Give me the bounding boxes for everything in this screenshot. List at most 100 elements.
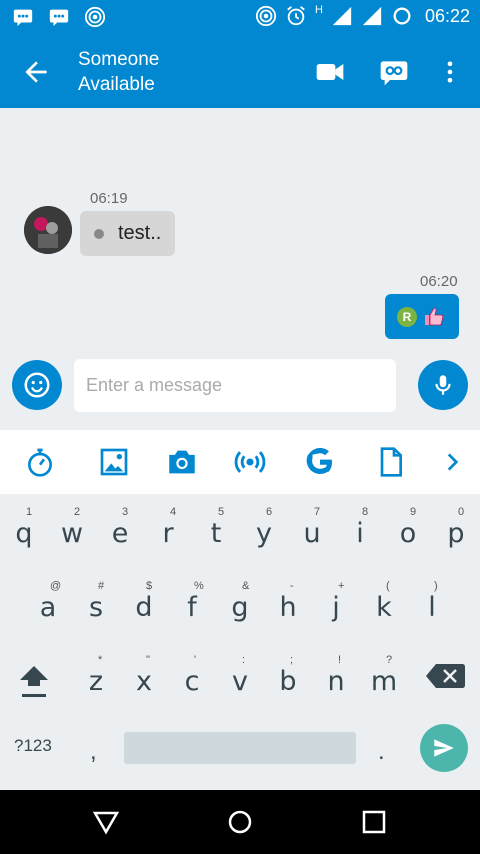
- network-type-label: H: [315, 4, 323, 16]
- back-nav-icon[interactable]: [92, 808, 120, 836]
- stopwatch-icon: [28, 448, 52, 477]
- key-hint: #: [98, 580, 105, 592]
- contact-name: Someone: [78, 49, 160, 70]
- battery-icon: [393, 7, 411, 25]
- video-call-button[interactable]: [312, 54, 348, 90]
- key-f[interactable]: % f: [172, 574, 212, 634]
- key-q[interactable]: 1q: [4, 500, 44, 560]
- comma-key[interactable]: ,: [90, 738, 97, 766]
- voice-note-button[interactable]: [418, 360, 468, 410]
- key-m[interactable]: ? m: [364, 648, 404, 708]
- signal-icon: [332, 6, 352, 26]
- more-options-button[interactable]: [432, 54, 468, 90]
- key-hint: 0: [458, 506, 465, 518]
- period-key[interactable]: .: [378, 738, 385, 766]
- key-o[interactable]: 9o: [388, 500, 428, 560]
- alarm-icon: [287, 6, 305, 26]
- key-t[interactable]: 5t: [196, 500, 236, 560]
- key-hint: ?: [386, 654, 393, 666]
- broadcast-icon: [234, 451, 266, 473]
- key-d[interactable]: $ d: [124, 574, 164, 634]
- timed-message-button[interactable]: [22, 444, 58, 480]
- key-label: w: [60, 518, 84, 549]
- backspace-key[interactable]: [424, 658, 468, 694]
- key-z[interactable]: * z: [76, 648, 116, 708]
- message-input[interactable]: [74, 359, 396, 412]
- key-j[interactable]: + j: [316, 574, 356, 634]
- key-label: s: [88, 592, 104, 623]
- key-n[interactable]: ! n: [316, 648, 356, 708]
- space-key[interactable]: [124, 732, 356, 764]
- file-button[interactable]: [372, 444, 408, 480]
- key-s[interactable]: # s: [76, 574, 116, 634]
- key-p[interactable]: 0p: [436, 500, 476, 560]
- google-icon: [306, 448, 332, 474]
- incoming-message-bubble[interactable]: test..: [80, 211, 175, 256]
- key-b[interactable]: ; b: [268, 648, 308, 708]
- symbols-key[interactable]: ?123: [14, 736, 52, 756]
- key-k[interactable]: (k: [364, 574, 404, 634]
- gallery-button[interactable]: [96, 444, 132, 480]
- key-u[interactable]: 7u: [292, 500, 332, 560]
- recents-nav-icon[interactable]: [360, 808, 388, 836]
- back-arrow-icon[interactable]: [20, 56, 52, 88]
- key-hint: 5: [218, 506, 225, 518]
- message-timestamp: 06:20: [420, 273, 458, 290]
- key-g[interactable]: & g: [220, 574, 260, 634]
- key-v[interactable]: :v: [220, 648, 260, 708]
- navigation-bar: [0, 790, 480, 854]
- key-label: q: [15, 518, 33, 549]
- key-label: m: [370, 666, 398, 697]
- outgoing-message-bubble[interactable]: R: [385, 294, 459, 339]
- key-a[interactable]: @ a: [28, 574, 68, 634]
- key-hint: $: [146, 580, 153, 592]
- bbm-voice-icon: [380, 61, 408, 86]
- broadcast-icon: [84, 6, 106, 28]
- key-label: k: [376, 592, 392, 623]
- key-label: i: [356, 518, 364, 549]
- key-label: d: [135, 592, 153, 623]
- voice-call-button[interactable]: [376, 54, 412, 90]
- key-l[interactable]: ) l: [412, 574, 452, 634]
- send-key[interactable]: [420, 724, 468, 772]
- key-hint: 2: [74, 506, 81, 518]
- shift-icon: [20, 666, 48, 697]
- key-label: t: [210, 518, 222, 549]
- key-h[interactable]: -h: [268, 574, 308, 634]
- key-x[interactable]: " x: [124, 648, 164, 708]
- conversation-title[interactable]: Someone Available: [78, 48, 159, 98]
- key-hint: :: [242, 654, 246, 666]
- emoji-button[interactable]: [12, 360, 62, 410]
- key-label: e: [111, 518, 129, 549]
- key-label: b: [279, 666, 297, 697]
- broadcast-icon: [255, 5, 277, 27]
- chevron-right-icon: [447, 453, 459, 471]
- key-r[interactable]: 4r: [148, 500, 188, 560]
- key-label: j: [332, 592, 340, 623]
- smiley-icon: [24, 372, 50, 398]
- key-hint: 6: [266, 506, 273, 518]
- camera-button[interactable]: [164, 444, 200, 480]
- key-hint: ): [434, 580, 438, 592]
- key-c[interactable]: ' c: [172, 648, 212, 708]
- contact-avatar[interactable]: [24, 206, 72, 254]
- signal-icon: [362, 6, 382, 26]
- key-label: f: [187, 592, 197, 623]
- home-nav-icon[interactable]: [226, 808, 254, 836]
- key-label: l: [428, 592, 436, 623]
- key-y[interactable]: 6y: [244, 500, 284, 560]
- key-hint: ": [146, 654, 150, 666]
- broadcast-button[interactable]: [232, 444, 268, 480]
- key-e[interactable]: 3e: [100, 500, 140, 560]
- bbm-notification-icon: [49, 9, 69, 27]
- key-label: u: [303, 518, 321, 549]
- key-w[interactable]: 2w: [52, 500, 92, 560]
- more-vert-icon: [447, 61, 453, 83]
- key-i[interactable]: 8i: [340, 500, 380, 560]
- google-button[interactable]: [302, 444, 338, 480]
- shift-key[interactable]: [12, 654, 56, 704]
- key-label: r: [162, 518, 174, 549]
- more-attachments-button[interactable]: [434, 444, 470, 480]
- attachment-toolbar: [0, 430, 480, 494]
- key-label: h: [279, 592, 297, 623]
